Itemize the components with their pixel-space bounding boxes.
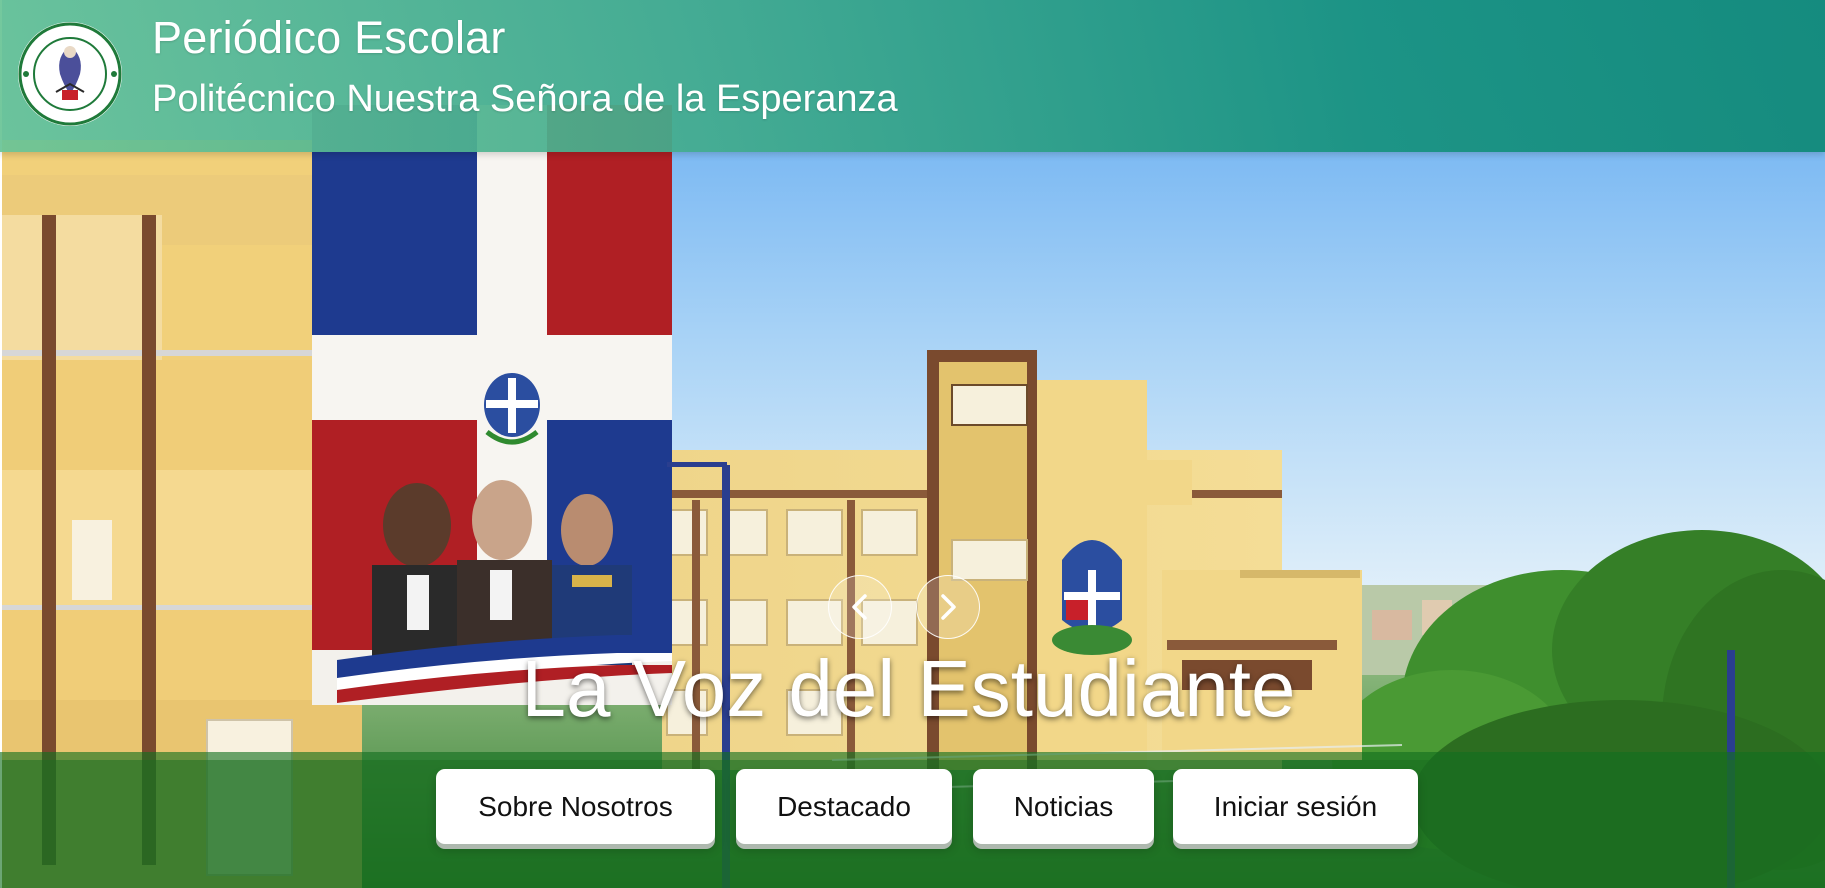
hero-title: La Voz del Estudiante [521, 644, 1296, 733]
bottom-navbar: Sobre Nosotros Destacado Noticias Inicia… [0, 752, 1825, 888]
chevron-right-icon [941, 594, 956, 620]
nav-about-button[interactable]: Sobre Nosotros [436, 769, 715, 844]
carousel-prev-button[interactable] [828, 575, 892, 639]
nav-list: Sobre Nosotros Destacado Noticias Inicia… [0, 752, 1825, 888]
page: Periódico Escolar Politécnico Nuestra Se… [0, 0, 1825, 888]
nav-login-button[interactable]: Iniciar sesión [1173, 769, 1418, 844]
site-subtitle: Politécnico Nuestra Señora de la Esperan… [152, 78, 898, 120]
school-seal-logo[interactable] [16, 20, 124, 128]
site-title: Periódico Escolar [152, 12, 506, 63]
chevron-left-icon [852, 594, 867, 620]
site-header: Periódico Escolar Politécnico Nuestra Se… [0, 0, 1825, 152]
nav-featured-button[interactable]: Destacado [736, 769, 952, 844]
carousel-next-button[interactable] [916, 575, 980, 639]
nav-news-button[interactable]: Noticias [973, 769, 1154, 844]
